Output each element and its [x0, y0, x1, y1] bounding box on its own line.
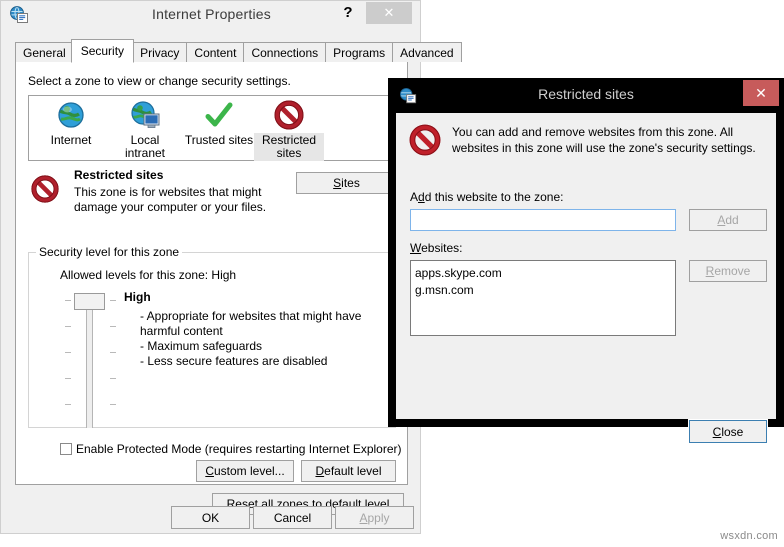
default-level-label-rest: efault level [324, 464, 382, 478]
websites-listbox[interactable]: apps.skype.com g.msn.com [410, 260, 676, 336]
slider-tick [110, 404, 116, 405]
slider-tick [65, 326, 71, 327]
close-icon[interactable]: ✕ [366, 2, 412, 24]
dialog-title: Restricted sites [538, 86, 634, 102]
allowed-levels-label: Allowed levels for this zone: High [60, 268, 237, 282]
list-item[interactable]: apps.skype.com [415, 265, 675, 282]
level-bullet: - Appropriate for websites that might ha… [140, 309, 362, 338]
restricted-sites-dialog: Restricted sites ✕ You can add and remov… [388, 78, 784, 444]
screen: Internet Properties ? ✕ General Security… [0, 0, 784, 547]
zone-restricted-sites[interactable]: Restricted sites [254, 100, 324, 161]
tab-advanced[interactable]: Advanced [392, 42, 462, 62]
zone-internet[interactable]: Internet [33, 100, 109, 148]
sites-button-label-rest: ites [341, 176, 360, 190]
close-icon[interactable]: ✕ [743, 80, 779, 106]
websites-label: Websites: [410, 241, 463, 255]
zone-label: Internet [50, 133, 92, 147]
tabstrip: General Security Privacy Content Connect… [15, 39, 462, 63]
slider-tick [65, 404, 71, 405]
zone-label: Restricted sites [254, 133, 324, 161]
add-button[interactable]: Add [689, 209, 767, 231]
remove-button[interactable]: Remove [689, 260, 767, 282]
slider-track [86, 300, 93, 428]
add-website-label: Add this website to the zone: [410, 190, 564, 204]
internet-properties-titlebar: Internet Properties ? ✕ [1, 1, 420, 30]
red-prohibition-icon [408, 123, 442, 157]
zone-hint-label: Select a zone to view or change security… [28, 74, 291, 88]
slider-tick [110, 300, 116, 301]
tab-privacy[interactable]: Privacy [132, 42, 188, 62]
level-bullet: - Less secure features are disabled [140, 354, 328, 368]
slider-thumb[interactable] [74, 293, 105, 310]
zone-trusted-sites[interactable]: Trusted sites [181, 100, 257, 148]
globe-icon [33, 100, 109, 133]
help-button[interactable]: ? [334, 1, 362, 25]
close-label-rest: lose [721, 424, 744, 439]
zone-desc-title: Restricted sites [74, 168, 164, 182]
zone-desc-body: This zone is for websites that might dam… [74, 185, 267, 214]
zone-selector[interactable]: Internet Local intranet Trusted sites Re… [28, 95, 396, 161]
add-label-rest: dd [725, 213, 739, 227]
globe-computer-icon [107, 100, 183, 133]
security-level-group-title: Security level for this zone [36, 245, 183, 259]
internet-properties-window: Internet Properties ? ✕ General Security… [0, 0, 462, 534]
slider-tick [65, 378, 71, 379]
restricted-sites-body: You can add and remove websites from thi… [396, 113, 776, 444]
security-level-description: - Appropriate for websites that might ha… [140, 309, 390, 369]
zone-label: Trusted sites [184, 133, 254, 147]
tab-security[interactable]: Security [70, 39, 135, 63]
tab-content[interactable]: Content [186, 42, 245, 62]
watermark: wsxdn.com [720, 530, 778, 542]
zone-label: Local intranet [124, 133, 166, 160]
remove-label-rest: emove [714, 264, 751, 278]
level-bullet: - Maximum safeguards [140, 339, 263, 353]
security-tab-page: Select a zone to view or change security… [15, 61, 408, 515]
slider-tick [110, 326, 116, 327]
security-level-slider[interactable] [62, 290, 118, 430]
close-button[interactable]: Close [688, 419, 768, 444]
ok-button[interactable]: OK [171, 506, 250, 529]
apply-label-rest: pply [367, 510, 390, 525]
restricted-sites-desc-icon [30, 174, 60, 204]
tab-general[interactable]: General [15, 42, 74, 62]
custom-level-button[interactable]: Custom level... [196, 460, 294, 482]
add-website-input[interactable] [410, 209, 676, 231]
zone-local-intranet[interactable]: Local intranet [107, 100, 183, 161]
protected-mode-checkbox[interactable] [60, 443, 72, 455]
slider-tick [65, 352, 71, 353]
protected-mode-row[interactable]: Enable Protected Mode (requires restarti… [60, 440, 402, 458]
slider-tick [110, 352, 116, 353]
list-item[interactable]: g.msn.com [415, 282, 675, 299]
dialog-warning-text: You can add and remove websites from thi… [452, 125, 756, 155]
security-level-name: High [124, 290, 151, 304]
restricted-sites-titlebar: Restricted sites ✕ [388, 78, 784, 113]
green-check-icon [181, 100, 257, 133]
protected-mode-label: Enable Protected Mode (requires restarti… [76, 442, 402, 456]
sites-button[interactable]: Sites [296, 172, 397, 194]
red-prohibition-icon [254, 100, 324, 133]
custom-level-label-rest: ustom level... [213, 464, 285, 478]
cancel-button[interactable]: Cancel [253, 506, 332, 529]
tab-programs[interactable]: Programs [325, 42, 394, 62]
apply-button[interactable]: Apply [335, 506, 414, 529]
slider-tick [65, 300, 71, 301]
tab-connections[interactable]: Connections [243, 42, 327, 62]
slider-tick [110, 378, 116, 379]
default-level-button[interactable]: Default level [301, 460, 396, 482]
